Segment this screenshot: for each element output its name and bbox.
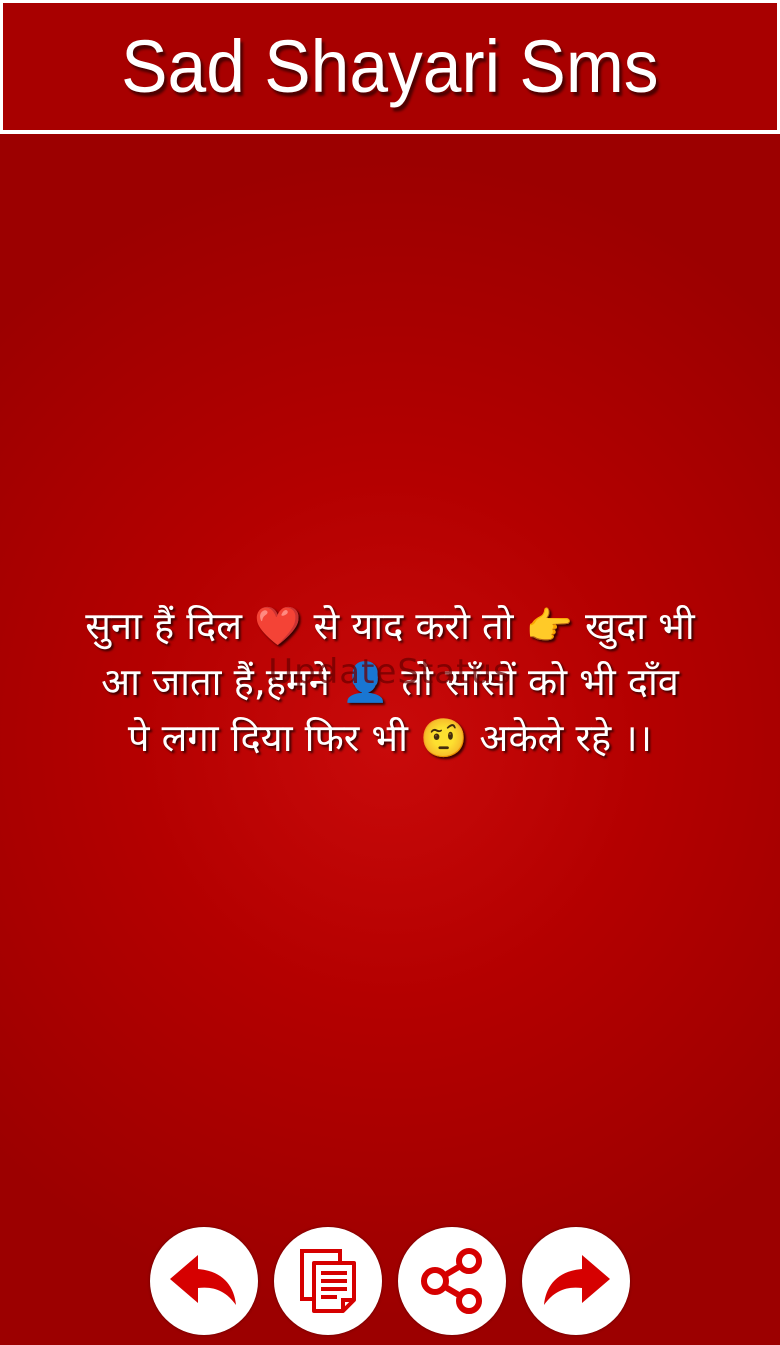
shayari-line: आ जाता हैं,हमने 👤 तो साँसों को भी दाँव: [101, 660, 679, 704]
forward-arrow-icon: [540, 1251, 612, 1311]
share-button[interactable]: [398, 1227, 506, 1335]
next-button[interactable]: [522, 1227, 630, 1335]
app-title: Sad Shayari Sms: [121, 25, 659, 108]
reply-arrow-icon: [168, 1251, 240, 1311]
previous-button[interactable]: [150, 1227, 258, 1335]
action-bar: [0, 1227, 780, 1335]
shayari-card: सुना हैं दिल ❤️ से याद करो तो 👉 खुदा भी …: [0, 134, 780, 1345]
shayari-line: पे लगा दिया फिर भी 🤨 अकेले रहे ।।: [127, 716, 653, 760]
shayari-line: सुना हैं दिल ❤️ से याद करो तो 👉 खुदा भी: [85, 604, 695, 648]
shayari-text: सुना हैं दिल ❤️ से याद करो तो 👉 खुदा भी …: [18, 598, 762, 766]
app-header: Sad Shayari Sms: [3, 3, 777, 130]
share-icon: [419, 1248, 485, 1314]
copy-icon: [299, 1248, 357, 1314]
copy-button[interactable]: [274, 1227, 382, 1335]
